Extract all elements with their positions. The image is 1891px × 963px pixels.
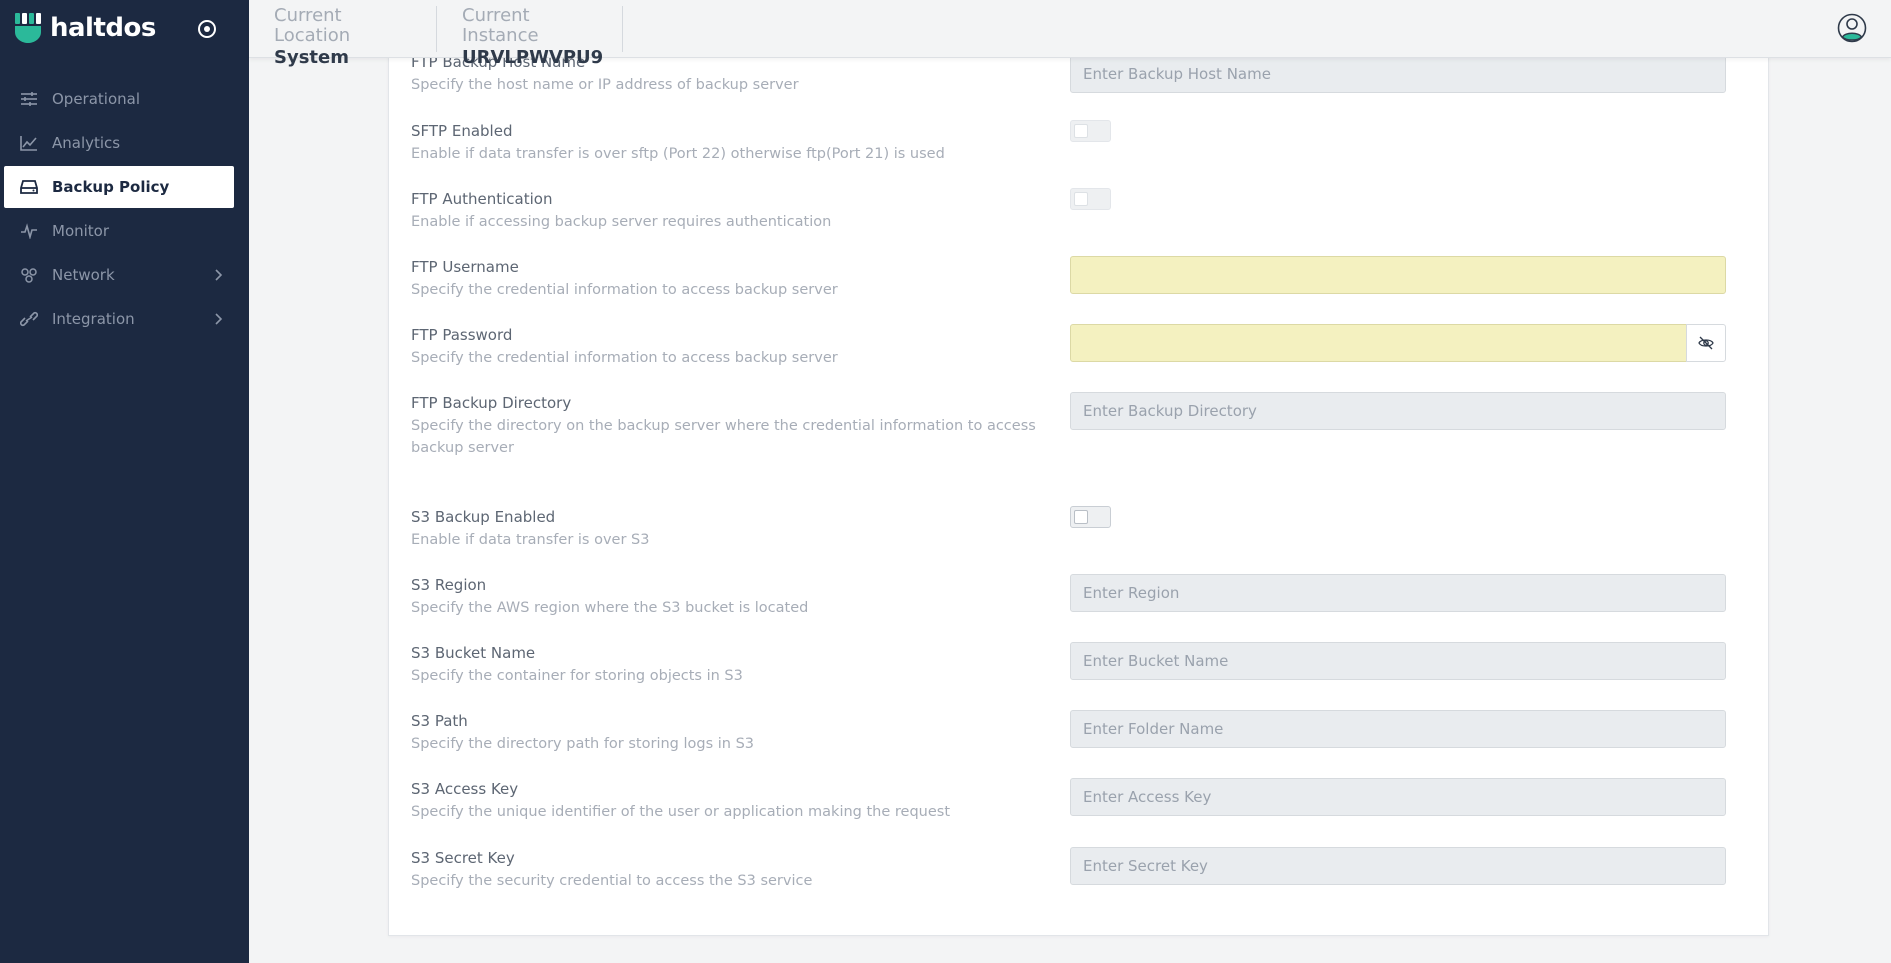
current-location-label: Current Location [274, 5, 351, 46]
ftp-dir-desc: Specify the directory on the backup serv… [411, 418, 1036, 456]
ftp-host-desc: Specify the host name or IP address of b… [411, 77, 799, 93]
current-instance-value: URVLPWVPU9 [462, 47, 604, 68]
s3-region-input[interactable]: Enter Region [1070, 574, 1726, 612]
ftp-password-desc: Specify the credential information to ac… [411, 350, 838, 366]
ftp-host-input[interactable]: Enter Backup Host Name [1070, 55, 1726, 93]
s3-bucket-input[interactable]: Enter Bucket Name [1070, 642, 1726, 680]
user-avatar-icon[interactable] [1837, 13, 1867, 43]
s3-enabled-toggle[interactable] [1070, 506, 1111, 528]
link-icon [20, 310, 38, 328]
s3-access-desc: Specify the unique identifier of the use… [411, 804, 951, 820]
chevron-right-icon [215, 313, 223, 325]
current-location[interactable]: Current Location System [249, 5, 437, 68]
sidebar-item-label: Backup Policy [52, 178, 170, 196]
s3-access-input[interactable]: Enter Access Key [1070, 778, 1726, 816]
sidebar-item-label: Monitor [52, 222, 110, 240]
s3-region-desc: Specify the AWS region where the S3 buck… [411, 600, 809, 616]
ftp-username-input[interactable] [1070, 256, 1726, 294]
network-icon [20, 266, 38, 284]
sidebar-item-label: Integration [52, 310, 135, 328]
s3-bucket-desc: Specify the container for storing object… [411, 668, 743, 684]
sidebar-item-backup-policy[interactable]: Backup Policy [4, 166, 234, 208]
hard-drive-icon [20, 178, 38, 196]
target-icon[interactable] [196, 18, 218, 40]
current-instance[interactable]: Current Instance URVLPWVPU9 [437, 5, 623, 68]
s3-path-desc: Specify the directory path for storing l… [411, 736, 755, 752]
ftp-auth-toggle[interactable] [1070, 188, 1111, 210]
s3-enabled-desc: Enable if data transfer is over S3 [411, 532, 650, 548]
chevron-right-icon [215, 269, 223, 281]
sidebar-item-integration[interactable]: Integration [4, 298, 234, 340]
ftp-auth-desc: Enable if accessing backup server requir… [411, 214, 832, 230]
toggle-knob [1074, 510, 1088, 524]
backup-policy-card: FTP Backup Host Name Specify the host na… [388, 48, 1769, 936]
s3-secret-input[interactable]: Enter Secret Key [1070, 847, 1726, 885]
toggle-knob [1074, 192, 1088, 206]
chart-line-icon [20, 134, 38, 152]
sidebar-item-analytics[interactable]: Analytics [4, 122, 234, 164]
sidebar-item-label: Operational [52, 90, 141, 108]
brand-name: haltdos [50, 13, 156, 43]
toggle-password-visibility-button[interactable] [1686, 324, 1726, 362]
sidebar-nav: Operational Analytics Backup Policy Moni… [0, 78, 249, 342]
sidebar: haltdos Operational Analytics Backup Pol… [0, 0, 249, 963]
sftp-toggle[interactable] [1070, 120, 1111, 142]
eye-slash-icon [1698, 336, 1714, 350]
pulse-icon [20, 222, 38, 240]
s3-secret-desc: Specify the security credential to acces… [411, 873, 813, 889]
sidebar-item-label: Analytics [52, 134, 121, 152]
haltdos-logo-icon [15, 13, 41, 43]
sidebar-item-operational[interactable]: Operational [4, 78, 234, 120]
ftp-password-input[interactable] [1070, 324, 1687, 362]
sliders-icon [20, 90, 38, 108]
current-location-value: System [274, 47, 349, 68]
ftp-dir-input[interactable]: Enter Backup Directory [1070, 392, 1726, 430]
current-instance-label: Current Instance [462, 5, 539, 46]
ftp-password-group [1070, 324, 1726, 362]
top-bar: Current Location System Current Instance… [249, 0, 1891, 68]
s3-path-input[interactable]: Enter Folder Name [1070, 710, 1726, 748]
sidebar-item-network[interactable]: Network [4, 254, 234, 296]
ftp-username-desc: Specify the credential information to ac… [411, 282, 838, 298]
sidebar-item-label: Network [52, 266, 115, 284]
toggle-knob [1074, 124, 1088, 138]
sftp-desc: Enable if data transfer is over sftp (Po… [411, 146, 945, 162]
sidebar-item-monitor[interactable]: Monitor [4, 210, 234, 252]
brand[interactable]: haltdos [14, 12, 156, 44]
